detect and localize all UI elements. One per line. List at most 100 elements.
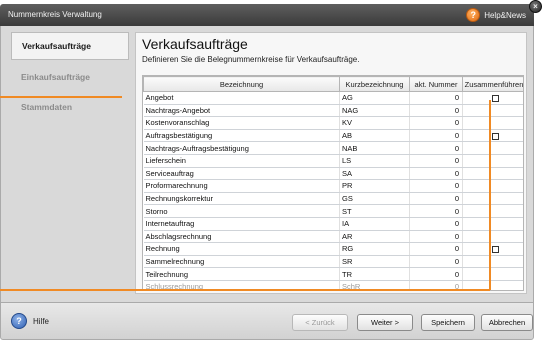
cell-number: 0 bbox=[409, 116, 463, 130]
cell-short: SA bbox=[339, 167, 410, 181]
page-title: Verkaufsaufträge bbox=[142, 36, 248, 52]
table-row[interactable]: Storno ST 0 bbox=[143, 204, 523, 218]
number-range-table[interactable]: Bezeichnung Kurzbezeichnung akt. Nummer … bbox=[142, 75, 524, 291]
table-row[interactable]: Abschlagsrechnung AR 0 bbox=[143, 230, 523, 244]
table-header-row: Bezeichnung Kurzbezeichnung akt. Nummer … bbox=[143, 76, 523, 92]
cell-name: Auftragsbestätigung bbox=[143, 129, 340, 143]
dialog-footer: ? Hilfe < Zurück Weiter > Speichern Abbr… bbox=[0, 302, 534, 340]
table-row[interactable]: Lieferschein LS 0 bbox=[143, 154, 523, 168]
cancel-button[interactable]: Abbrechen bbox=[481, 314, 533, 331]
cell-number: 0 bbox=[409, 204, 463, 218]
cell-number: 0 bbox=[409, 217, 463, 231]
help-news-label: Help&News bbox=[484, 10, 526, 20]
cell-number: 0 bbox=[409, 129, 463, 143]
cell-short: RG bbox=[339, 242, 410, 256]
cell-merge bbox=[462, 129, 523, 143]
cell-name: Lieferschein bbox=[143, 154, 340, 168]
cell-merge bbox=[462, 104, 523, 118]
cell-merge bbox=[462, 141, 523, 155]
cell-name: Abschlagsrechnung bbox=[143, 230, 340, 244]
cell-number: 0 bbox=[409, 192, 463, 206]
cell-name: Proformarechnung bbox=[143, 179, 340, 193]
cell-number: 0 bbox=[409, 255, 463, 269]
page-subtitle: Definieren Sie die Belegnummernkreise fü… bbox=[142, 55, 360, 64]
sidebar: Verkaufsaufträge Einkaufsaufträge Stammdat… bbox=[11, 32, 129, 124]
column-header-short[interactable]: Kurzbezeichnung bbox=[339, 76, 410, 92]
column-header-number[interactable]: akt. Nummer bbox=[409, 76, 463, 92]
sidebar-item-0[interactable]: Verkaufsaufträge bbox=[11, 32, 129, 60]
cell-name: Angebot bbox=[143, 91, 340, 105]
table-row[interactable]: Serviceauftrag SA 0 bbox=[143, 167, 523, 181]
cell-number: 0 bbox=[409, 141, 463, 155]
merge-checkbox[interactable] bbox=[491, 245, 499, 253]
save-button[interactable]: Speichern bbox=[421, 314, 475, 331]
callout-line-bottom bbox=[0, 289, 490, 291]
callout-line-top bbox=[0, 96, 122, 98]
merge-checkbox[interactable] bbox=[491, 94, 499, 102]
table-row[interactable]: Rechnungskorrektur GS 0 bbox=[143, 192, 523, 206]
table-row[interactable]: Sammelrechnung SR 0 bbox=[143, 255, 523, 269]
callout-line-vertical bbox=[489, 100, 491, 290]
cell-number: 0 bbox=[409, 242, 463, 256]
close-icon[interactable]: × bbox=[529, 0, 542, 13]
table-row[interactable]: Rechnung RG 0 bbox=[143, 242, 523, 256]
table-row[interactable]: Nachtrags-Auftragsbestätigung NAB 0 bbox=[143, 141, 523, 155]
cell-merge bbox=[462, 230, 523, 244]
table-row[interactable]: Angebot AG 0 bbox=[143, 91, 523, 105]
cell-number: 0 bbox=[409, 230, 463, 244]
help-label: Hilfe bbox=[33, 316, 50, 326]
cell-short: SR bbox=[339, 255, 410, 269]
dialog-body: Verkaufsaufträge Einkaufsaufträge Stammdat… bbox=[0, 26, 534, 302]
merge-checkbox[interactable] bbox=[491, 132, 499, 140]
cell-name: Rechnung bbox=[143, 242, 340, 256]
help-news-button[interactable]: ? Help&News bbox=[466, 7, 526, 23]
sidebar-item-1[interactable]: Einkaufsaufträge bbox=[11, 64, 129, 90]
cell-merge bbox=[462, 267, 523, 281]
cell-merge bbox=[462, 154, 523, 168]
table-row[interactable]: Nachtrags-Angebot NAG 0 bbox=[143, 104, 523, 118]
cell-number: 0 bbox=[409, 104, 463, 118]
cell-name: Nachtrags-Angebot bbox=[143, 104, 340, 118]
cell-short: GS bbox=[339, 192, 410, 206]
cell-short: PR bbox=[339, 179, 410, 193]
next-button[interactable]: Weiter > bbox=[357, 314, 413, 331]
number-range-window: Nummernkreis Verwaltung ? Help&News × Ve… bbox=[0, 0, 542, 340]
cell-merge bbox=[462, 255, 523, 269]
window-title: Nummernkreis Verwaltung bbox=[8, 10, 102, 19]
question-icon: ? bbox=[466, 8, 481, 22]
table-row[interactable]: Auftragsbestätigung AB 0 bbox=[143, 129, 523, 143]
cell-short: AR bbox=[339, 230, 410, 244]
cell-short: AB bbox=[339, 129, 410, 143]
help-button[interactable]: ? Hilfe bbox=[11, 313, 49, 329]
cell-number: 0 bbox=[409, 167, 463, 181]
cell-name: Serviceauftrag bbox=[143, 167, 340, 181]
cell-number: 0 bbox=[409, 91, 463, 105]
cell-short: ST bbox=[339, 204, 410, 218]
cell-merge bbox=[462, 167, 523, 181]
cell-name: Sammelrechnung bbox=[143, 255, 340, 269]
cell-merge bbox=[462, 192, 523, 206]
cell-short: KV bbox=[339, 116, 410, 130]
cell-merge bbox=[462, 242, 523, 256]
cell-number: 0 bbox=[409, 154, 463, 168]
table-row[interactable]: Teilrechnung TR 0 bbox=[143, 267, 523, 281]
cell-short: NAG bbox=[339, 104, 410, 118]
table-row[interactable]: Proformarechnung PR 0 bbox=[143, 179, 523, 193]
cell-merge bbox=[462, 204, 523, 218]
cell-short: NAB bbox=[339, 141, 410, 155]
table-row[interactable]: Internetauftrag IA 0 bbox=[143, 217, 523, 231]
cell-merge bbox=[462, 116, 523, 130]
cell-name: Nachtrags-Auftragsbestätigung bbox=[143, 141, 340, 155]
cell-number: 0 bbox=[409, 179, 463, 193]
back-button[interactable]: < Zurück bbox=[292, 314, 348, 331]
cell-short: TR bbox=[339, 267, 410, 281]
cell-short: AG bbox=[339, 91, 410, 105]
cell-name: Teilrechnung bbox=[143, 267, 340, 281]
table-row[interactable]: Kostenvoranschlag KV 0 bbox=[143, 116, 523, 130]
column-header-name[interactable]: Bezeichnung bbox=[143, 76, 340, 92]
cell-name: Internetauftrag bbox=[143, 217, 340, 231]
cell-merge bbox=[462, 179, 523, 193]
cell-number: 0 bbox=[409, 267, 463, 281]
column-header-merge[interactable]: Zusammenführen bbox=[462, 76, 523, 92]
cell-merge bbox=[462, 91, 523, 105]
